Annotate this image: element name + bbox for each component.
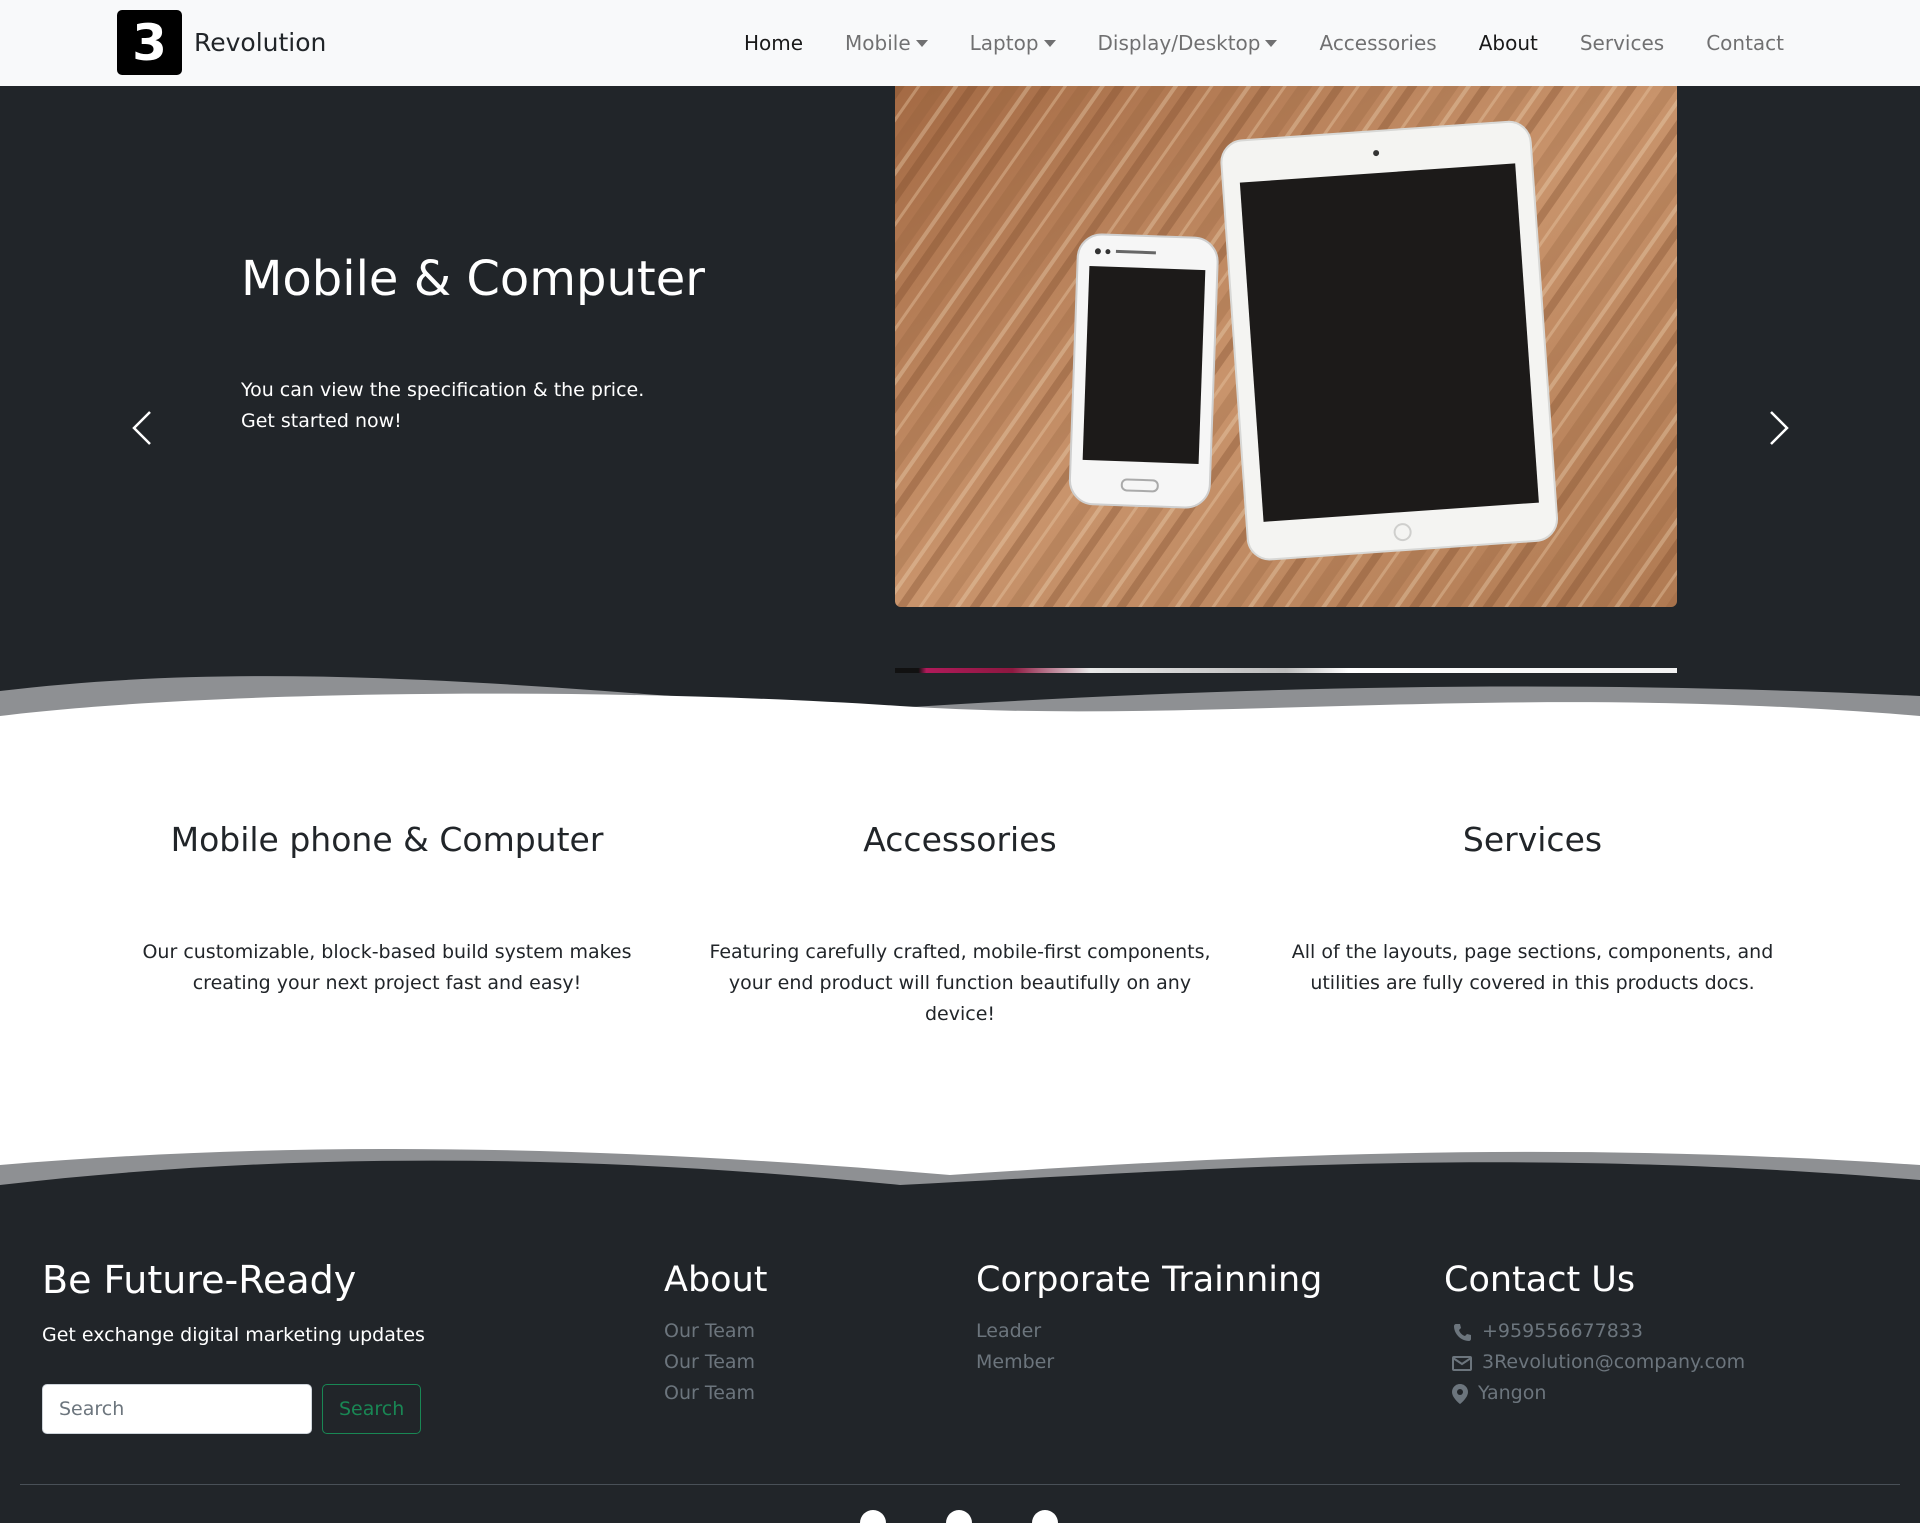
corporate-title: Corporate Trainning (976, 1260, 1323, 1300)
hero-bottom-wave (0, 676, 1920, 726)
feature-text: Featuring carefully crafted, mobile-firs… (709, 941, 1211, 1025)
contact-email[interactable]: 3Revolution@company.com (1444, 1347, 1745, 1378)
about-column: About Our Team Our Team Our Team (664, 1260, 767, 1409)
social-icon[interactable] (1032, 1510, 1058, 1523)
hero-line-1: You can view the specification & the pri… (241, 379, 645, 401)
caret-down-icon (1265, 39, 1278, 47)
feature-title: Services (1462, 820, 1603, 859)
contact-location-text: Yangon (1478, 1382, 1547, 1404)
about-link[interactable]: Our Team (664, 1347, 767, 1378)
hero-title: Mobile & Computer (241, 251, 706, 307)
nav-laptop-dropdown[interactable]: Laptop (970, 31, 1056, 55)
main-nav: Home Mobile Laptop Display/Desktop Acces… (702, 0, 1784, 86)
social-links (860, 1510, 1118, 1523)
search-button[interactable]: Search (322, 1384, 422, 1434)
phone-icon (1454, 1323, 1471, 1341)
feature-card: Mobile phone & Computer Our customizable… (112, 820, 662, 999)
chevron-left-icon (132, 411, 151, 445)
chevron-right-icon (1770, 411, 1789, 445)
caret-down-icon (1043, 39, 1056, 47)
newsletter-subtitle: Get exchange digital marketing updates (42, 1324, 425, 1346)
brand-link[interactable]: 3 Revolution (117, 10, 326, 75)
devices-on-wood-image (895, 86, 1677, 607)
feature-card: Accessories Featuring carefully crafted,… (695, 820, 1225, 1030)
nav-display-label: Display/Desktop (1097, 31, 1261, 55)
corporate-column: Corporate Trainning Leader Member (976, 1260, 1322, 1378)
social-icon[interactable] (946, 1510, 972, 1523)
nav-about[interactable]: About (1479, 31, 1538, 55)
hero-line-2: Get started now! (241, 410, 402, 432)
feature-text: All of the layouts, page sections, compo… (1291, 941, 1774, 994)
footer-divider (20, 1484, 1900, 1485)
feature-title: Accessories (863, 820, 1057, 859)
contact-phone[interactable]: +959556677833 (1444, 1316, 1745, 1347)
carousel-prev-button[interactable] (124, 408, 164, 448)
caret-down-icon (915, 39, 928, 47)
nav-display-dropdown[interactable]: Display/Desktop (1098, 31, 1278, 55)
hero-image (895, 86, 1677, 607)
social-icon[interactable] (860, 1510, 886, 1523)
footer: Be Future-Ready Get exchange digital mar… (0, 1140, 1920, 1523)
nav-home[interactable]: Home (744, 31, 803, 55)
corporate-link-member[interactable]: Member (976, 1347, 1322, 1378)
contact-location: Yangon (1444, 1378, 1745, 1409)
corporate-link-leader[interactable]: Leader (976, 1316, 1322, 1347)
carousel-next-button[interactable] (1757, 408, 1797, 448)
nav-mobile-dropdown[interactable]: Mobile (845, 31, 928, 55)
nav-services[interactable]: Services (1580, 31, 1664, 55)
navbar: 3 Revolution Home Mobile Laptop Display/… (0, 0, 1920, 86)
feature-card: Services All of the layouts, page sectio… (1265, 820, 1800, 999)
brand-logo: 3 (117, 10, 182, 75)
location-pin-icon (1452, 1383, 1468, 1404)
about-link[interactable]: Our Team (664, 1378, 767, 1409)
hero-carousel: Mobile & Computer You can view the speci… (0, 86, 1920, 726)
search-input[interactable] (42, 1384, 312, 1434)
footer-top-wave (0, 1140, 1920, 1200)
feature-text: Our customizable, block-based build syst… (142, 941, 632, 994)
nav-laptop-label: Laptop (969, 31, 1039, 55)
nav-accessories[interactable]: Accessories (1319, 31, 1436, 55)
hero-description: You can view the specification & the pri… (241, 375, 681, 437)
envelope-icon (1452, 1355, 1472, 1371)
feature-title: Mobile phone & Computer (170, 820, 604, 859)
about-link[interactable]: Our Team (664, 1316, 767, 1347)
newsletter-search-form: Search (42, 1384, 422, 1434)
contact-phone-text: +959556677833 (1482, 1320, 1643, 1342)
contact-column: Contact Us +959556677833 3Revolution@com… (1444, 1260, 1745, 1409)
nav-contact[interactable]: Contact (1706, 31, 1784, 55)
contact-email-text: 3Revolution@company.com (1482, 1351, 1746, 1373)
contact-title: Contact Us (1444, 1260, 1636, 1300)
brand-name: Revolution (194, 28, 327, 57)
about-title: About (664, 1260, 768, 1300)
newsletter-title: Be Future-Ready (42, 1258, 357, 1302)
newsletter-column: Be Future-Ready Get exchange digital mar… (42, 1258, 425, 1346)
nav-mobile-label: Mobile (845, 31, 911, 55)
